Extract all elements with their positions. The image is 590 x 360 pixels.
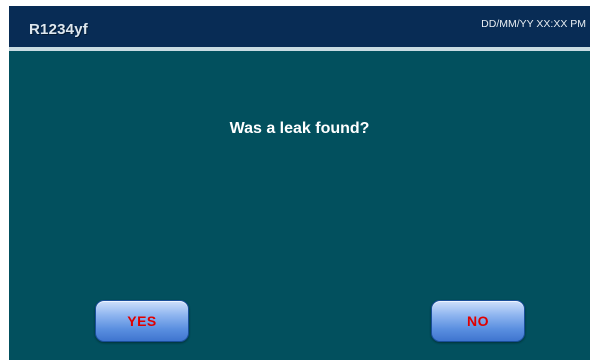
app-title: R1234yf [29,21,88,38]
header-divider [9,47,590,51]
datetime-display: DD/MM/YY XX:XX PM [481,18,586,30]
leak-question: Was a leak found? [229,120,370,137]
yes-button[interactable]: YES [95,300,189,342]
header-bar: R1234yf DD/MM/YY XX:XX PM [9,6,590,47]
leak-check-screen: R1234yf DD/MM/YY XX:XX PM Was a leak fou… [9,6,590,360]
yes-button-label: YES [127,313,157,329]
no-button-label: NO [467,313,489,329]
no-button[interactable]: NO [431,300,525,342]
